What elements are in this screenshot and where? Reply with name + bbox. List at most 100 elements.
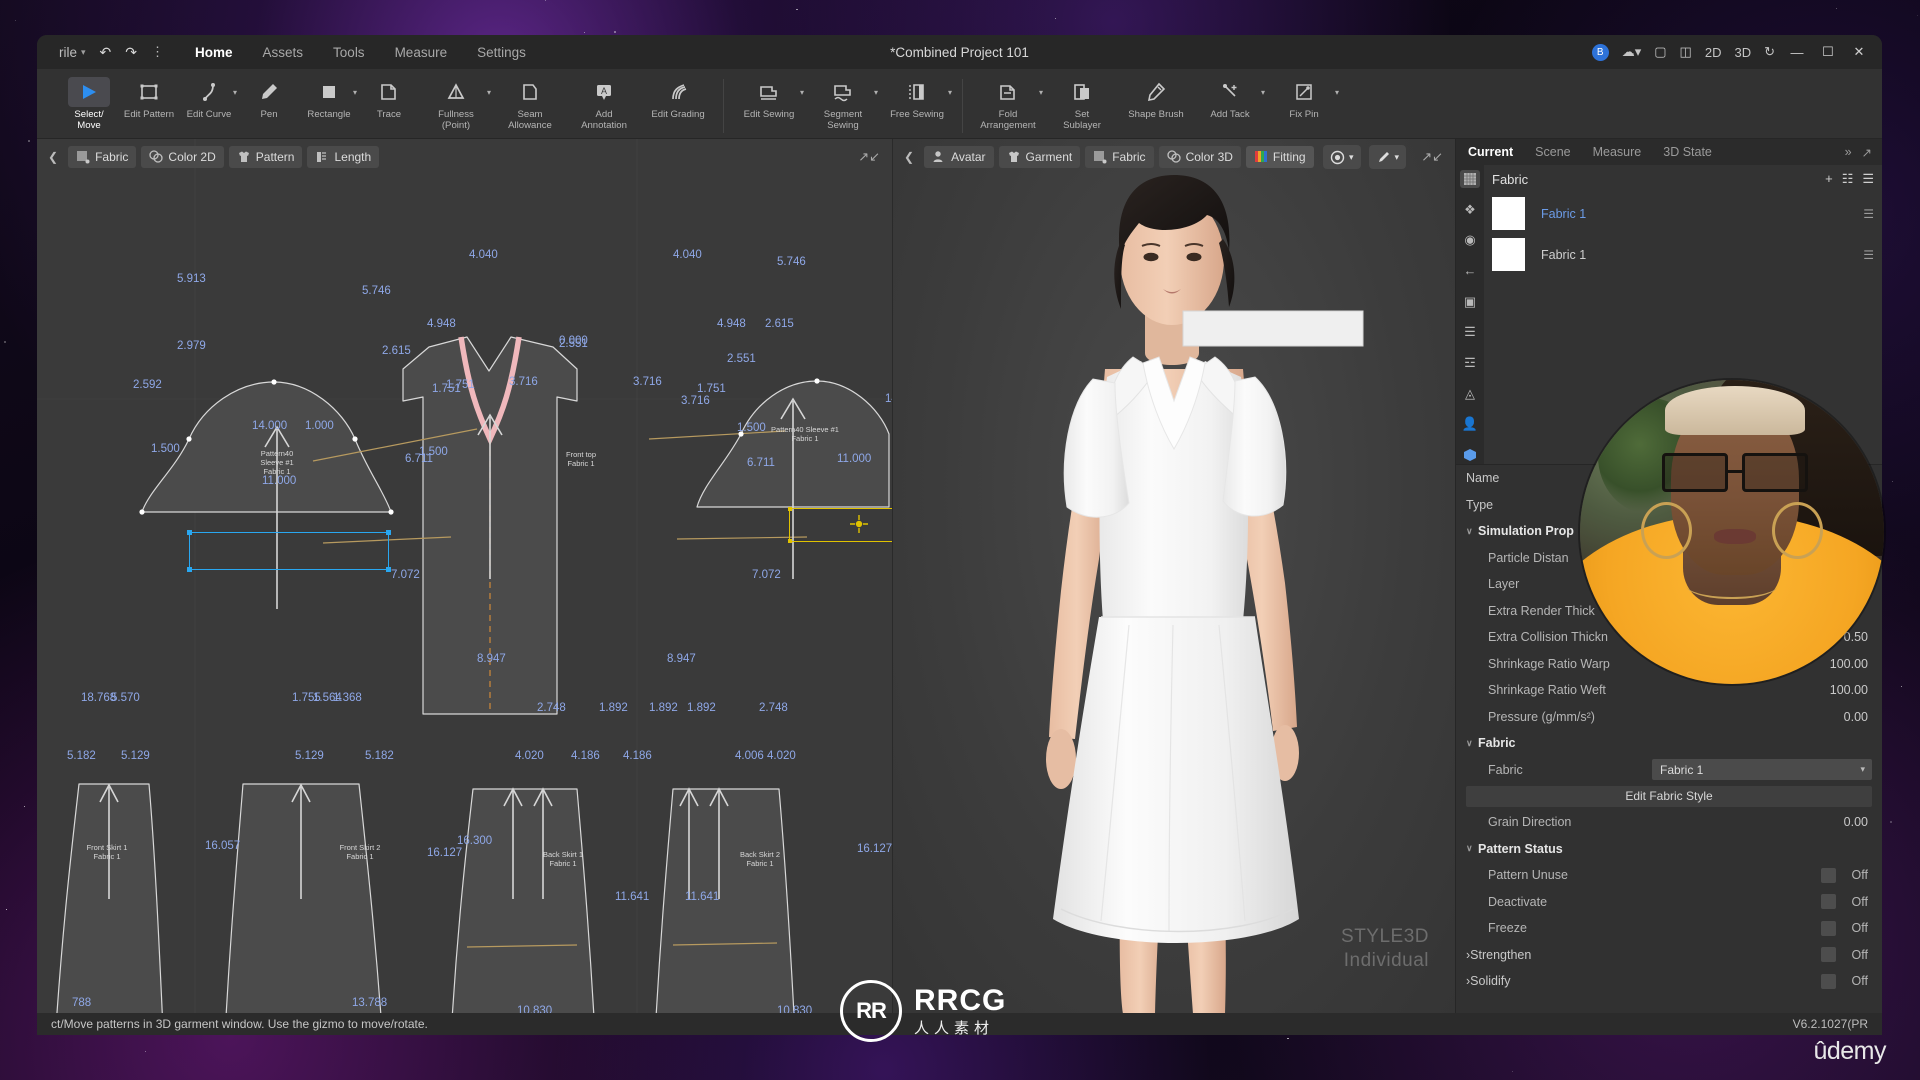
tool-add-tack[interactable]: ▾ Add Tack <box>1193 73 1267 120</box>
edit-fabric-style-button[interactable]: Edit Fabric Style <box>1466 785 1872 807</box>
cloud-icon[interactable]: ☁▾ <box>1622 44 1642 60</box>
fabric-list-item-1[interactable]: Fabric 1 ☰ <box>1484 193 1882 234</box>
trim-tape-icon[interactable]: ◬ <box>1460 385 1480 403</box>
pattern-2d-view[interactable]: ❮ Fabric Color 2D Pattern Length ↗↙ 5.91… <box>37 139 892 1013</box>
menu-tab-measure[interactable]: Measure <box>395 45 448 60</box>
property-row-freeze[interactable]: Freeze Off <box>1456 915 1882 942</box>
brush-button[interactable]: ▾ <box>1368 145 1407 169</box>
tool-trace[interactable]: Trace <box>359 73 419 120</box>
layers-icon[interactable]: ☰ <box>1863 248 1874 262</box>
kebab-menu-icon[interactable]: ⋮ <box>151 44 165 60</box>
button-icon[interactable]: ◉ <box>1460 231 1480 249</box>
tool-shape-brush[interactable]: Shape Brush <box>1119 73 1193 120</box>
tool-free-sewing[interactable]: ▾ Free Sewing <box>880 73 954 120</box>
fabric-list-item-2[interactable]: Fabric 1 ☰ <box>1484 234 1882 275</box>
minimize-button[interactable]: — <box>1788 45 1806 60</box>
mode-2d-button[interactable]: 2D <box>1705 45 1722 60</box>
fabric-swatch-icon[interactable] <box>1460 170 1480 188</box>
tool-edit-curve[interactable]: ▾ Edit Curve <box>179 73 239 120</box>
tool-fullness-point[interactable]: ▾ Fullness (Point) <box>419 73 493 131</box>
chevron-down-icon[interactable]: ▾ <box>353 88 357 97</box>
expand-diagonal-icon[interactable]: ↗↙ <box>1421 149 1443 165</box>
view2d-tab-fabric[interactable]: Fabric <box>68 146 137 168</box>
tool-add-annotation[interactable]: A Add Annotation <box>567 73 641 131</box>
refresh-icon[interactable]: ↻ <box>1764 44 1775 60</box>
selected-pattern-box-left[interactable] <box>187 530 391 572</box>
chevron-left-icon[interactable]: ❮ <box>43 150 63 164</box>
view3d-tab-avatar[interactable]: Avatar <box>924 146 994 168</box>
maximize-button[interactable]: ☐ <box>1819 44 1837 60</box>
rp-tab-current[interactable]: Current <box>1468 145 1513 159</box>
view3d-tab-garment[interactable]: Garment <box>998 146 1081 168</box>
graphic-icon[interactable]: ▣ <box>1460 293 1480 311</box>
grid-view-icon[interactable]: ☷ <box>1842 171 1854 187</box>
view3d-tab-fabric[interactable]: Fabric <box>1085 146 1154 168</box>
chevron-down-icon[interactable]: ▾ <box>1261 88 1265 97</box>
pattern-canvas[interactable]: 5.913 5.746 2.979 4.948 2.615 2.592 1.751 1.751… <box>37 139 892 1013</box>
view3d-tab-fitting[interactable]: Fitting <box>1245 146 1314 168</box>
layout-split-icon[interactable]: ◫ <box>1680 44 1692 60</box>
menu-tab-settings[interactable]: Settings <box>477 45 526 60</box>
toggle-checkbox[interactable] <box>1821 920 1836 936</box>
chevron-left-icon[interactable]: ❮ <box>899 150 919 164</box>
chevron-down-icon[interactable]: ▾ <box>1395 152 1400 163</box>
tool-segment-sewing[interactable]: ▾ Segment Sewing <box>806 73 880 131</box>
close-button[interactable]: ✕ <box>1850 44 1868 60</box>
property-row-solidify[interactable]: › Solidify Off <box>1456 968 1882 995</box>
chevron-down-icon[interactable]: ▾ <box>1039 88 1043 97</box>
object-3d-icon[interactable] <box>1460 446 1480 464</box>
view3d-tab-color3d[interactable]: Color 3D <box>1158 146 1241 168</box>
toggle-checkbox[interactable] <box>1821 973 1836 989</box>
chevron-down-icon[interactable]: ∨ <box>1466 526 1478 537</box>
avatar-person-icon[interactable]: 👤 <box>1460 416 1480 434</box>
file-menu[interactable]: rile ▾ <box>59 45 86 60</box>
menu-tab-home[interactable]: Home <box>195 45 233 60</box>
chevron-down-icon[interactable]: ∨ <box>1466 843 1478 854</box>
tool-edit-sewing[interactable]: ▾ Edit Sewing <box>732 73 806 120</box>
tool-edit-grading[interactable]: Edit Grading <box>641 73 715 120</box>
property-row-pattern-unuse[interactable]: Pattern Unuse Off <box>1456 862 1882 889</box>
menu-tab-tools[interactable]: Tools <box>333 45 365 60</box>
account-badge[interactable]: B <box>1591 43 1609 61</box>
tool-set-sublayer[interactable]: Set Sublayer <box>1045 73 1119 131</box>
redo-icon[interactable]: ↷ <box>125 44 137 61</box>
avatar-stage[interactable]: STYLE3D Individual <box>893 139 1455 1013</box>
property-row-deactivate[interactable]: Deactivate Off <box>1456 889 1882 916</box>
chevron-down-icon[interactable]: ▾ <box>487 88 491 97</box>
toggle-checkbox[interactable] <box>1821 867 1836 883</box>
property-row-strengthen[interactable]: › Strengthen Off <box>1456 942 1882 969</box>
rp-tab-3dstate[interactable]: 3D State <box>1663 145 1712 159</box>
toggle-checkbox[interactable] <box>1821 947 1836 963</box>
chevron-down-icon[interactable]: ▾ <box>1349 152 1354 163</box>
undo-icon[interactable]: ↶ <box>100 44 112 61</box>
plus-icon[interactable]: + <box>1825 171 1833 187</box>
chevron-down-icon[interactable]: ▾ <box>233 88 237 97</box>
expand-diagonal-icon[interactable]: ↗ <box>1862 145 1872 160</box>
zipper-icon[interactable]: ← <box>1460 262 1480 280</box>
tool-fold-arrangement[interactable]: ▾ Fold Arrangement <box>971 73 1045 131</box>
layers-icon[interactable]: ☰ <box>1863 207 1874 221</box>
tool-pen[interactable]: Pen <box>239 73 299 120</box>
rp-tab-scene[interactable]: Scene <box>1535 145 1570 159</box>
view2d-tab-length[interactable]: Length <box>307 146 380 168</box>
chevron-down-icon[interactable]: ▾ <box>948 88 952 97</box>
chevron-down-icon[interactable]: ∨ <box>1466 738 1478 749</box>
rp-tab-measure[interactable]: Measure <box>1593 145 1642 159</box>
view2d-tab-color2d[interactable]: Color 2D <box>141 146 224 168</box>
chevrons-right-icon[interactable]: » <box>1845 145 1852 160</box>
clover-trim-icon[interactable]: ❖ <box>1460 201 1480 219</box>
expand-diagonal-icon[interactable]: ↗↙ <box>858 149 880 165</box>
chevron-down-icon[interactable]: ▾ <box>1335 88 1339 97</box>
garment-3d-view[interactable]: STYLE3D Individual ❮ Avatar Garment Fabr… <box>892 139 1455 1013</box>
layout-single-icon[interactable]: ▢ <box>1654 44 1666 60</box>
tool-select-move[interactable]: Select/ Move <box>59 73 119 131</box>
view2d-tab-pattern[interactable]: Pattern <box>228 146 303 168</box>
transform-gizmo[interactable] <box>849 514 869 534</box>
list-view-icon[interactable]: ☰ <box>1862 171 1874 187</box>
stitch-icon[interactable]: ☰ <box>1460 324 1480 342</box>
chevron-down-icon[interactable]: ▾ <box>800 88 804 97</box>
fabric-select[interactable]: Fabric 1 ▾ <box>1652 759 1872 781</box>
mode-3d-button[interactable]: 3D <box>1734 45 1751 60</box>
tool-edit-pattern[interactable]: Edit Pattern <box>119 73 179 120</box>
chevron-down-icon[interactable]: ▾ <box>874 88 878 97</box>
